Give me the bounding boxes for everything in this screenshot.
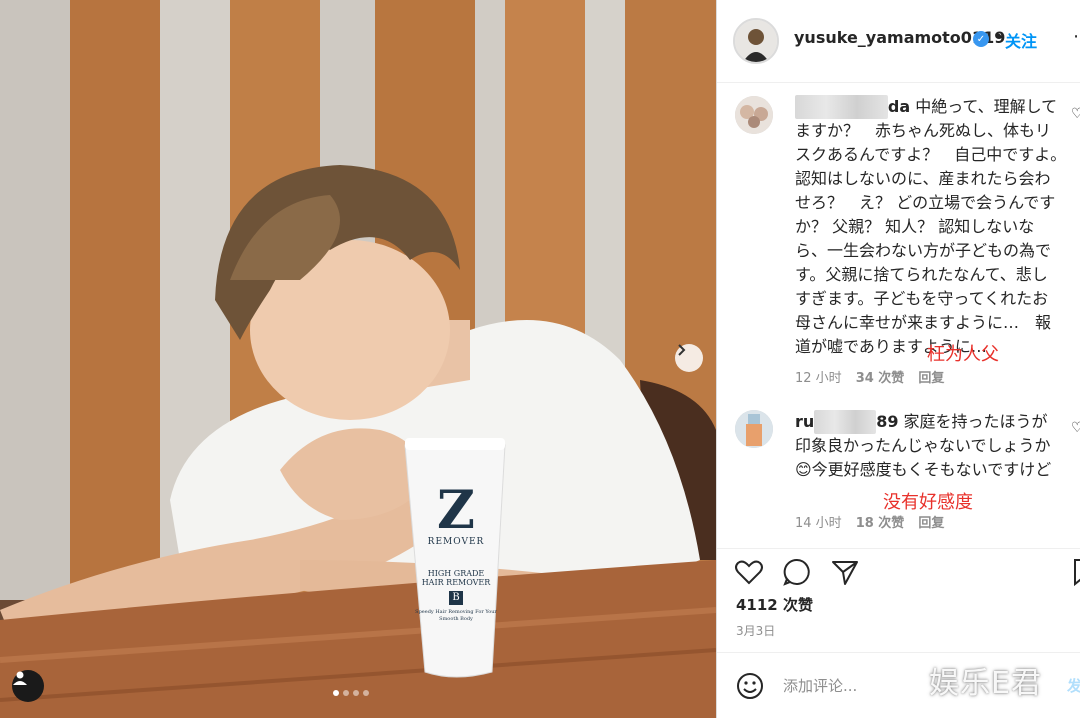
carousel-dot: [343, 690, 349, 696]
more-options-icon[interactable]: ⋯: [1073, 26, 1080, 47]
user-icon: [13, 671, 27, 685]
photo-illustration: [0, 0, 716, 718]
emoji-icon[interactable]: [735, 671, 765, 701]
product-label: Z REMOVER HIGH GRADE HAIR REMOVER B Spee…: [415, 485, 497, 623]
watermark-text: 娱乐E君: [929, 666, 1042, 701]
blurred-username[interactable]: xxxxxx: [814, 410, 877, 434]
annotation-text: 没有好感度: [883, 492, 973, 513]
header-separator: •: [994, 27, 1004, 46]
commenter-avatar[interactable]: [735, 96, 773, 134]
annotation-text: 枉为人父: [927, 344, 999, 365]
reply-button[interactable]: 回复: [918, 512, 944, 531]
comment-meta: 14 小时 18 次赞 回复: [795, 512, 944, 531]
carousel-dot: [353, 690, 359, 696]
chevron-right-icon: [678, 344, 686, 356]
tagged-users-button[interactable]: [12, 670, 44, 702]
avatar-image: [735, 96, 773, 134]
comment-text: ruxxxxxx89 家庭を持ったほうが印象良かったんじゃないでしょうか😊今更好…: [795, 410, 1061, 482]
post-actions: [717, 548, 1080, 597]
reply-button[interactable]: 回复: [918, 367, 944, 386]
avatar-image: [735, 410, 773, 448]
like-comment-icon[interactable]: ♡: [1071, 106, 1080, 122]
comment-text: xxxxxxxxxda 中絶って、理解してますか？ 赤ちゃん死ぬし、体もリスクあ…: [795, 95, 1061, 359]
commenter-username-tail[interactable]: 89: [876, 412, 898, 431]
blurred-username[interactable]: xxxxxxxxx: [795, 95, 888, 119]
comment-likes[interactable]: 18 次赞: [856, 512, 905, 531]
comment-input[interactable]: 添加评论...: [783, 675, 857, 696]
comment-likes[interactable]: 34 次赞: [856, 367, 905, 386]
like-comment-icon[interactable]: ♡: [1071, 420, 1080, 436]
comment-time: 12 小时: [795, 371, 842, 386]
add-comment-bar: 添加评论... 娱乐E君 发: [717, 652, 1080, 718]
publish-button[interactable]: 发: [1067, 675, 1080, 696]
product-brand: Z: [437, 480, 475, 541]
product-line2: HAIR REMOVER: [421, 578, 491, 587]
post-photo[interactable]: Z REMOVER HIGH GRADE HAIR REMOVER B Spee…: [0, 0, 716, 718]
share-icon[interactable]: [830, 557, 860, 587]
verified-badge-icon: ✓: [973, 31, 989, 47]
carousel-dot: [363, 690, 369, 696]
commenter-avatar[interactable]: [735, 410, 773, 448]
follow-button[interactable]: 关注: [1005, 28, 1037, 52]
commenter-username-tail[interactable]: da: [888, 97, 910, 116]
heart-icon[interactable]: [734, 557, 764, 587]
carousel-dot: [333, 690, 339, 696]
next-photo-button[interactable]: [675, 344, 703, 372]
comment-meta: 12 小时 34 次赞 回复: [795, 367, 944, 386]
commenter-username-head[interactable]: ru: [795, 412, 814, 431]
carousel-dots: [333, 690, 369, 696]
likes-count[interactable]: 4112 次赞: [736, 594, 813, 615]
product-small: Speedy Hair Removing For Your Smooth Bod…: [415, 609, 497, 622]
comment-time: 14 小时: [795, 516, 842, 531]
bookmark-icon[interactable]: [1070, 557, 1080, 587]
post-date[interactable]: 3月3日: [736, 622, 775, 639]
avatar-image: [735, 20, 777, 62]
author-avatar[interactable]: [733, 18, 779, 64]
comment-icon[interactable]: [782, 557, 812, 587]
product-sub: REMOVER: [427, 537, 485, 547]
post-side-panel: yusuke_yamamoto0119 ✓ • 关注 ⋯ xxxxxxxxxda…: [716, 0, 1080, 718]
post-header: yusuke_yamamoto0119 ✓ • 关注 ⋯: [717, 0, 1080, 83]
product-logo: B: [449, 591, 463, 605]
product-line1: HIGH GRADE: [427, 569, 485, 578]
comment-body: 中絶って、理解してますか？ 赤ちゃん死ぬし、体もリスクあるんですよ？ 自己中です…: [795, 97, 1075, 356]
